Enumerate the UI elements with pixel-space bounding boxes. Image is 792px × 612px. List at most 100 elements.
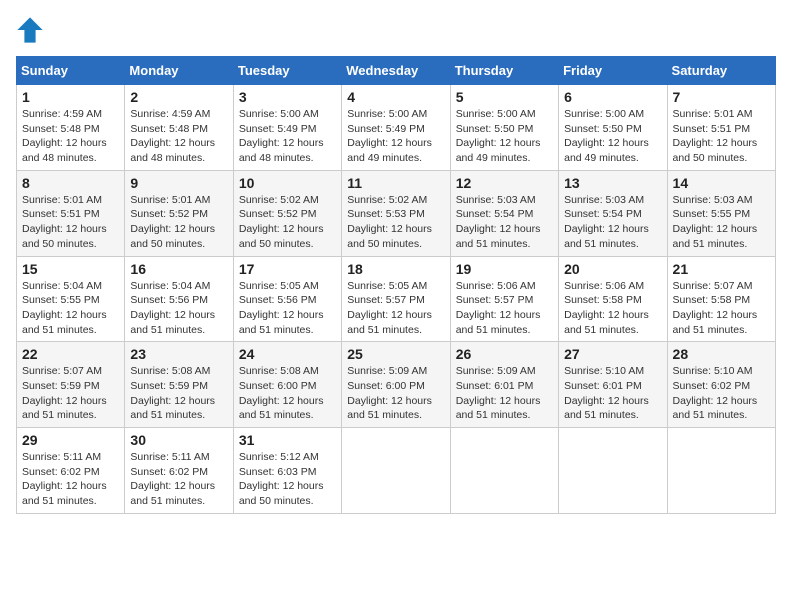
day-number: 30 [130, 432, 227, 448]
day-info: Sunrise: 5:01 AM Sunset: 5:52 PM Dayligh… [130, 193, 227, 252]
day-info: Sunrise: 5:06 AM Sunset: 5:57 PM Dayligh… [456, 279, 553, 338]
day-number: 3 [239, 89, 336, 105]
day-number: 26 [456, 346, 553, 362]
calendar-cell: 16 Sunrise: 5:04 AM Sunset: 5:56 PM Dayl… [125, 256, 233, 342]
day-number: 15 [22, 261, 119, 277]
day-info: Sunrise: 5:04 AM Sunset: 5:56 PM Dayligh… [130, 279, 227, 338]
day-info: Sunrise: 5:00 AM Sunset: 5:49 PM Dayligh… [239, 107, 336, 166]
day-info: Sunrise: 4:59 AM Sunset: 5:48 PM Dayligh… [130, 107, 227, 166]
calendar-cell: 26 Sunrise: 5:09 AM Sunset: 6:01 PM Dayl… [450, 342, 558, 428]
calendar-cell: 14 Sunrise: 5:03 AM Sunset: 5:55 PM Dayl… [667, 170, 775, 256]
day-number: 28 [673, 346, 770, 362]
calendar-cell: 23 Sunrise: 5:08 AM Sunset: 5:59 PM Dayl… [125, 342, 233, 428]
day-info: Sunrise: 5:01 AM Sunset: 5:51 PM Dayligh… [673, 107, 770, 166]
page-header [16, 16, 776, 44]
day-info: Sunrise: 5:10 AM Sunset: 6:02 PM Dayligh… [673, 364, 770, 423]
calendar-cell: 9 Sunrise: 5:01 AM Sunset: 5:52 PM Dayli… [125, 170, 233, 256]
calendar-cell: 29 Sunrise: 5:11 AM Sunset: 6:02 PM Dayl… [17, 428, 125, 514]
calendar-week-row: 15 Sunrise: 5:04 AM Sunset: 5:55 PM Dayl… [17, 256, 776, 342]
calendar-week-row: 22 Sunrise: 5:07 AM Sunset: 5:59 PM Dayl… [17, 342, 776, 428]
calendar-cell: 13 Sunrise: 5:03 AM Sunset: 5:54 PM Dayl… [559, 170, 667, 256]
calendar-cell: 24 Sunrise: 5:08 AM Sunset: 6:00 PM Dayl… [233, 342, 341, 428]
day-info: Sunrise: 4:59 AM Sunset: 5:48 PM Dayligh… [22, 107, 119, 166]
day-number: 6 [564, 89, 661, 105]
day-info: Sunrise: 5:06 AM Sunset: 5:58 PM Dayligh… [564, 279, 661, 338]
day-number: 7 [673, 89, 770, 105]
day-number: 21 [673, 261, 770, 277]
day-number: 13 [564, 175, 661, 191]
day-info: Sunrise: 5:03 AM Sunset: 5:54 PM Dayligh… [564, 193, 661, 252]
calendar-header-row: SundayMondayTuesdayWednesdayThursdayFrid… [17, 57, 776, 85]
calendar-cell: 22 Sunrise: 5:07 AM Sunset: 5:59 PM Dayl… [17, 342, 125, 428]
calendar-week-row: 1 Sunrise: 4:59 AM Sunset: 5:48 PM Dayli… [17, 85, 776, 171]
day-info: Sunrise: 5:00 AM Sunset: 5:50 PM Dayligh… [456, 107, 553, 166]
calendar-cell: 30 Sunrise: 5:11 AM Sunset: 6:02 PM Dayl… [125, 428, 233, 514]
day-number: 12 [456, 175, 553, 191]
calendar-cell: 12 Sunrise: 5:03 AM Sunset: 5:54 PM Dayl… [450, 170, 558, 256]
day-number: 25 [347, 346, 444, 362]
calendar-cell: 17 Sunrise: 5:05 AM Sunset: 5:56 PM Dayl… [233, 256, 341, 342]
day-info: Sunrise: 5:02 AM Sunset: 5:52 PM Dayligh… [239, 193, 336, 252]
day-info: Sunrise: 5:07 AM Sunset: 5:58 PM Dayligh… [673, 279, 770, 338]
day-info: Sunrise: 5:04 AM Sunset: 5:55 PM Dayligh… [22, 279, 119, 338]
day-info: Sunrise: 5:00 AM Sunset: 5:50 PM Dayligh… [564, 107, 661, 166]
day-info: Sunrise: 5:01 AM Sunset: 5:51 PM Dayligh… [22, 193, 119, 252]
calendar-cell: 7 Sunrise: 5:01 AM Sunset: 5:51 PM Dayli… [667, 85, 775, 171]
calendar-cell: 8 Sunrise: 5:01 AM Sunset: 5:51 PM Dayli… [17, 170, 125, 256]
calendar-cell: 19 Sunrise: 5:06 AM Sunset: 5:57 PM Dayl… [450, 256, 558, 342]
day-number: 27 [564, 346, 661, 362]
col-header-wednesday: Wednesday [342, 57, 450, 85]
day-number: 8 [22, 175, 119, 191]
day-number: 31 [239, 432, 336, 448]
day-number: 18 [347, 261, 444, 277]
calendar-cell: 3 Sunrise: 5:00 AM Sunset: 5:49 PM Dayli… [233, 85, 341, 171]
day-number: 19 [456, 261, 553, 277]
day-info: Sunrise: 5:02 AM Sunset: 5:53 PM Dayligh… [347, 193, 444, 252]
col-header-saturday: Saturday [667, 57, 775, 85]
col-header-thursday: Thursday [450, 57, 558, 85]
day-info: Sunrise: 5:11 AM Sunset: 6:02 PM Dayligh… [22, 450, 119, 509]
day-number: 22 [22, 346, 119, 362]
calendar-week-row: 8 Sunrise: 5:01 AM Sunset: 5:51 PM Dayli… [17, 170, 776, 256]
calendar-cell: 10 Sunrise: 5:02 AM Sunset: 5:52 PM Dayl… [233, 170, 341, 256]
calendar-cell: 31 Sunrise: 5:12 AM Sunset: 6:03 PM Dayl… [233, 428, 341, 514]
day-info: Sunrise: 5:09 AM Sunset: 6:00 PM Dayligh… [347, 364, 444, 423]
calendar-cell [667, 428, 775, 514]
col-header-sunday: Sunday [17, 57, 125, 85]
calendar-cell: 18 Sunrise: 5:05 AM Sunset: 5:57 PM Dayl… [342, 256, 450, 342]
day-info: Sunrise: 5:12 AM Sunset: 6:03 PM Dayligh… [239, 450, 336, 509]
calendar-cell: 4 Sunrise: 5:00 AM Sunset: 5:49 PM Dayli… [342, 85, 450, 171]
day-info: Sunrise: 5:11 AM Sunset: 6:02 PM Dayligh… [130, 450, 227, 509]
calendar-table: SundayMondayTuesdayWednesdayThursdayFrid… [16, 56, 776, 514]
day-info: Sunrise: 5:00 AM Sunset: 5:49 PM Dayligh… [347, 107, 444, 166]
day-info: Sunrise: 5:08 AM Sunset: 6:00 PM Dayligh… [239, 364, 336, 423]
day-info: Sunrise: 5:05 AM Sunset: 5:57 PM Dayligh… [347, 279, 444, 338]
day-number: 23 [130, 346, 227, 362]
day-info: Sunrise: 5:05 AM Sunset: 5:56 PM Dayligh… [239, 279, 336, 338]
day-info: Sunrise: 5:10 AM Sunset: 6:01 PM Dayligh… [564, 364, 661, 423]
calendar-cell: 2 Sunrise: 4:59 AM Sunset: 5:48 PM Dayli… [125, 85, 233, 171]
calendar-cell: 21 Sunrise: 5:07 AM Sunset: 5:58 PM Dayl… [667, 256, 775, 342]
day-info: Sunrise: 5:03 AM Sunset: 5:55 PM Dayligh… [673, 193, 770, 252]
day-number: 4 [347, 89, 444, 105]
day-number: 29 [22, 432, 119, 448]
col-header-friday: Friday [559, 57, 667, 85]
day-number: 14 [673, 175, 770, 191]
day-number: 10 [239, 175, 336, 191]
day-number: 16 [130, 261, 227, 277]
calendar-cell [450, 428, 558, 514]
day-number: 20 [564, 261, 661, 277]
day-number: 2 [130, 89, 227, 105]
day-number: 9 [130, 175, 227, 191]
day-number: 24 [239, 346, 336, 362]
calendar-cell: 20 Sunrise: 5:06 AM Sunset: 5:58 PM Dayl… [559, 256, 667, 342]
calendar-week-row: 29 Sunrise: 5:11 AM Sunset: 6:02 PM Dayl… [17, 428, 776, 514]
day-info: Sunrise: 5:07 AM Sunset: 5:59 PM Dayligh… [22, 364, 119, 423]
logo [16, 16, 48, 44]
col-header-tuesday: Tuesday [233, 57, 341, 85]
day-info: Sunrise: 5:03 AM Sunset: 5:54 PM Dayligh… [456, 193, 553, 252]
calendar-cell [559, 428, 667, 514]
calendar-cell [342, 428, 450, 514]
day-number: 11 [347, 175, 444, 191]
calendar-cell: 6 Sunrise: 5:00 AM Sunset: 5:50 PM Dayli… [559, 85, 667, 171]
